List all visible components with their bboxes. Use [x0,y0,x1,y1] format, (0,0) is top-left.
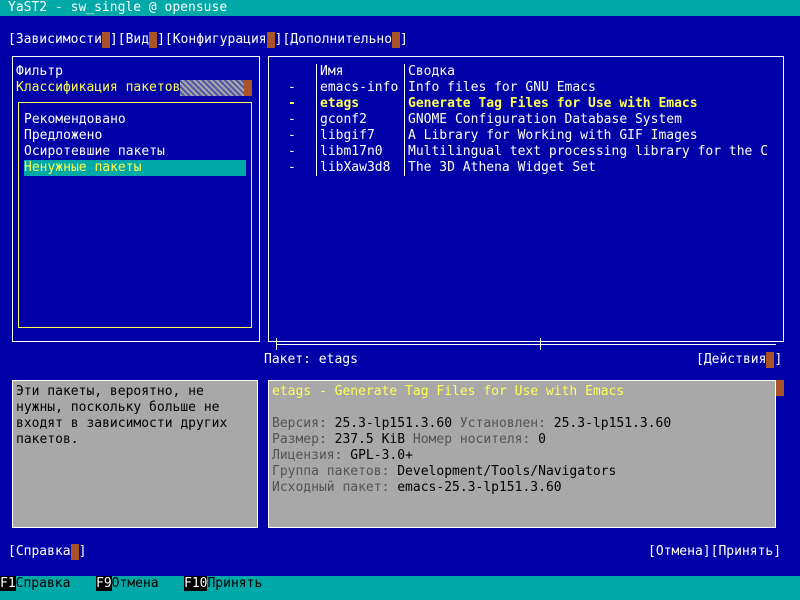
title-bar: YaST2 - sw_single @ opensuse [0,0,800,16]
fkey-accept[interactable]: F10Принять [184,576,262,592]
accept-button[interactable]: Принять [718,544,773,559]
combobox-fill [180,80,245,96]
info-version-line: Версия: 25.3-lp151.3.60 Установлен: 25.3… [272,416,672,431]
help-button[interactable]: [Справка] [8,544,86,560]
description-panel: Эти пакеты, вероятно, не нужны, поскольк… [12,380,258,528]
header-name[interactable]: Имя [320,64,343,80]
fkey-label: F9 [96,576,112,591]
fkey-text: Отмена [111,576,159,591]
description-line: нужны, поскольку больше не [16,400,220,415]
filter-label: Фильтр [16,64,63,79]
scrollbar-thumb-start[interactable] [276,338,277,350]
fkey-label: F1 [0,576,16,591]
filter-option-recommended[interactable]: Рекомендовано [24,112,246,128]
info-source-line: Исходный пакет: emacs-25.3-lp151.3.60 [272,480,562,495]
info-heading: etags - Generate Tag Files for Use with … [272,384,625,399]
cursor-block [766,352,775,368]
fkey-label: F10 [184,576,208,591]
header-summary[interactable]: Сводка [408,64,455,80]
help-button-label: Справка [15,544,71,559]
cursor-block [70,544,79,560]
actions-button-label: Действия [703,352,767,367]
scrollbar-thumb-end[interactable] [540,338,541,350]
cursor-block [149,32,158,48]
info-scrollbar-thumb[interactable] [776,380,784,396]
dialog-buttons: [Отмена][Принять] [648,544,782,559]
info-group-line: Группа пакетов: Development/Tools/Naviga… [272,464,617,479]
menu-dependencies[interactable]: Зависимости [16,32,102,47]
chevron-down-icon[interactable] [244,80,253,96]
cancel-button[interactable]: Отмена [656,544,703,559]
column-divider [316,64,317,176]
description-line: пакетов. [16,432,79,447]
current-package-label: Пакет: etags [264,352,358,367]
menu-view[interactable]: Вид [126,32,149,47]
info-license-line: Лицензия: GPL-3.0+ [272,448,413,463]
filter-option-orphaned[interactable]: Осиротевшие пакеты [24,144,246,160]
filter-combobox[interactable]: Классификация пакетов [16,80,253,96]
bottom-bar [0,592,800,600]
filter-combobox-value: Классификация пакетов [16,80,181,95]
function-key-bar: F1Справка F9Отмена F10Принять [0,576,800,592]
cursor-block [101,32,110,48]
fkey-text: Справка [15,576,71,591]
filter-option-unneeded[interactable]: Ненужные пакеты [24,160,246,176]
menu-configuration[interactable]: Конфигурация [173,32,267,47]
info-size-line: Размер: 237.5 KiB Номер носителя: 0 [272,432,546,447]
package-info-panel: etags - Generate Tag Files for Use with … [268,380,776,528]
actions-button[interactable]: [Действия] [696,352,782,368]
fkey-text: Принять [207,576,263,591]
description-line: входят в зависимости других [16,416,228,431]
menu-extras[interactable]: Дополнительно [290,32,392,47]
cursor-block [392,32,401,48]
fkey-cancel[interactable]: F9Отмена [96,576,159,592]
column-divider [404,64,405,176]
cursor-block [266,32,275,48]
fkey-help[interactable]: F1Справка [0,576,70,592]
description-line: Эти пакеты, вероятно, не [16,384,204,399]
window-title: YaST2 - sw_single @ opensuse [8,0,228,15]
filter-option-suggested[interactable]: Предложено [24,128,246,144]
horizontal-scrollbar[interactable] [276,344,776,345]
menu-bar: [Зависимости][Вид][Конфигурация][Дополни… [8,32,408,48]
